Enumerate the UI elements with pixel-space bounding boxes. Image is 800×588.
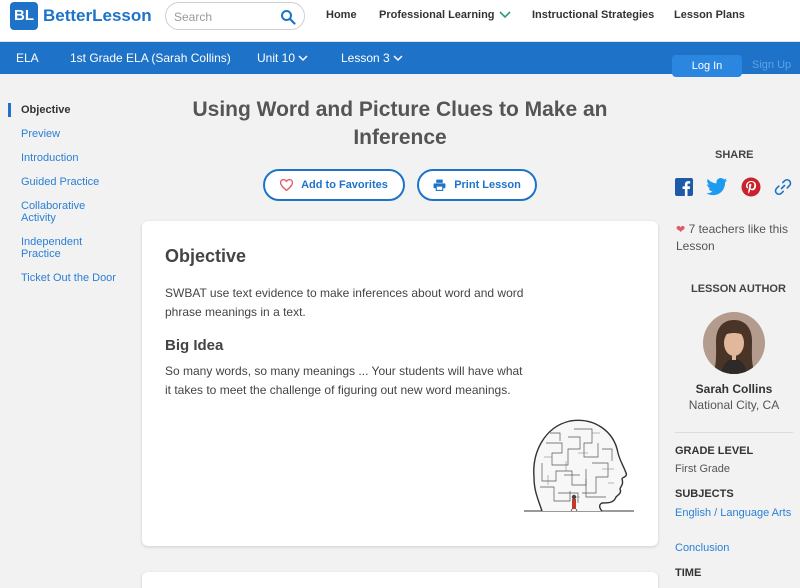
search-box[interactable] [165, 2, 305, 30]
avatar[interactable] [703, 312, 765, 374]
link-icon[interactable] [773, 177, 793, 197]
author-name[interactable]: Sarah Collins [675, 382, 793, 396]
twitter-icon[interactable] [706, 177, 728, 197]
head-maze-illustration [524, 419, 634, 512]
likes-text: 7 teachers like this Lesson [676, 222, 788, 253]
nav-professional-learning[interactable]: Professional Learning [379, 9, 511, 21]
next-section-card [142, 572, 658, 588]
objective-card: Objective SWBAT use text evidence to mak… [142, 221, 658, 546]
logo-mark[interactable]: BL [10, 2, 38, 30]
chevron-down-icon [498, 11, 511, 19]
top-navigation: BL BetterLesson Home Professional Learni… [0, 0, 800, 42]
nav-lesson-plans[interactable]: Lesson Plans [674, 9, 745, 21]
add-to-favorites-button[interactable]: Add to Favorites [263, 169, 405, 201]
crumb-course[interactable]: 1st Grade ELA (Sarah Collins) [70, 51, 231, 65]
share-label: SHARE [715, 149, 754, 161]
crumb-lesson-label: Lesson 3 [341, 51, 390, 65]
grade-level-value: First Grade [675, 463, 731, 475]
page-title: Using Word and Picture Clues to Make an … [192, 98, 608, 149]
print-lesson-label: Print Lesson [454, 179, 521, 191]
crumb-unit-label: Unit 10 [257, 51, 296, 65]
lesson-section-nav: Objective Preview Introduction Guided Pr… [8, 103, 138, 296]
crumb-unit[interactable]: Unit 10 [257, 51, 308, 65]
subject-link[interactable]: Conclusion [675, 541, 793, 556]
section-preview[interactable]: Preview [8, 128, 138, 140]
nav-instructional-strategies[interactable]: Instructional Strategies [532, 9, 654, 21]
printer-icon [433, 179, 446, 192]
add-to-favorites-label: Add to Favorites [301, 179, 388, 191]
author-location: National City, CA [688, 398, 780, 412]
section-collaborative-activity[interactable]: Collaborative Activity [8, 200, 88, 224]
big-idea-heading: Big Idea [165, 337, 224, 354]
pinterest-icon[interactable] [741, 177, 761, 197]
objective-heading: Objective [165, 246, 247, 266]
section-ticket-out-the-door[interactable]: Ticket Out the Door [8, 272, 138, 284]
nav-professional-learning-label: Professional Learning [379, 9, 495, 21]
section-independent-practice[interactable]: Independent Practice [8, 236, 88, 260]
login-button[interactable]: Log In [672, 55, 742, 77]
print-lesson-button[interactable]: Print Lesson [417, 169, 537, 201]
chevron-down-icon [298, 55, 308, 62]
likes-count: ❤ 7 teachers like this Lesson [676, 221, 796, 254]
objective-text: SWBAT use text evidence to make inferenc… [165, 286, 524, 319]
big-idea-text: So many words, so many meanings ... Your… [165, 364, 523, 397]
crumb-subject[interactable]: ELA [16, 51, 39, 65]
search-input[interactable] [174, 8, 279, 26]
rail-divider [675, 432, 793, 433]
chevron-down-icon [393, 55, 403, 62]
time-label: TIME [675, 567, 702, 579]
lesson-author-label: LESSON AUTHOR [691, 283, 786, 295]
heart-icon [279, 179, 294, 192]
nav-home[interactable]: Home [326, 9, 357, 21]
grade-level-label: GRADE LEVEL [675, 445, 754, 457]
signup-link[interactable]: Sign Up [752, 59, 791, 71]
crumb-lesson[interactable]: Lesson 3 [341, 51, 403, 65]
logo-text[interactable]: BetterLesson [43, 6, 152, 26]
facebook-icon[interactable] [674, 177, 694, 197]
subjects-label: SUBJECTS [675, 488, 734, 500]
search-icon[interactable] [280, 9, 296, 25]
section-objective[interactable]: Objective [8, 103, 138, 117]
subject-link[interactable]: English / Language Arts [675, 506, 793, 521]
section-introduction[interactable]: Introduction [8, 152, 138, 164]
section-guided-practice[interactable]: Guided Practice [8, 176, 138, 188]
heart-icon: ❤ [676, 224, 686, 236]
